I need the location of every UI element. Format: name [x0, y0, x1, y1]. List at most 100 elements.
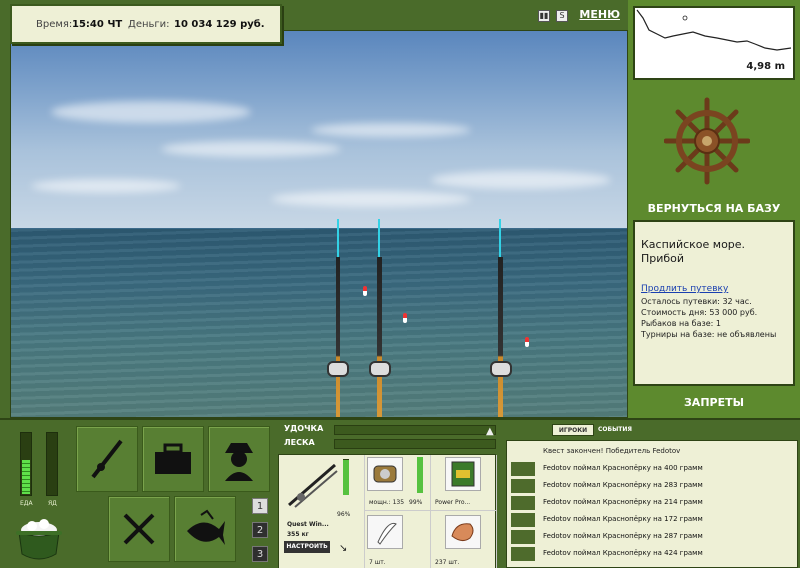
chat-message: Fedotov поймал Краснопёрку на 214 грамм — [511, 495, 791, 512]
reel-condition-fill — [417, 457, 423, 493]
arrow-up-icon: ▲ — [486, 426, 494, 437]
line-name: Power Pro... — [435, 499, 471, 506]
catch-button[interactable] — [174, 496, 236, 562]
money-label: Деньги: — [128, 19, 170, 30]
fish-icon — [511, 462, 535, 476]
tab-events[interactable]: СОБЫТИЯ — [598, 426, 632, 433]
right-panel: 4,98 m ВЕРНУТЬСЯ НА БАЗУ Каспийское море… — [628, 0, 800, 418]
info-line: Стоимость дня: 53 000 руб. — [641, 308, 758, 317]
cloud — [161, 141, 341, 157]
slot-2[interactable]: 2 — [252, 522, 268, 538]
extend-pass-link[interactable]: Продлить путевку — [641, 284, 787, 294]
cloud — [51, 101, 251, 123]
rod-cell[interactable]: 96% Quest Win... 355 кг НАСТРОИТЬ ↘ — [279, 455, 365, 568]
sky — [11, 31, 627, 231]
poison-label: ЯД — [48, 500, 57, 507]
fishing-scene[interactable] — [10, 30, 628, 418]
boat-marker — [682, 15, 688, 21]
line-spool-icon — [445, 457, 481, 491]
sound-icon[interactable]: S — [556, 10, 568, 22]
arrow-icon: ↘ — [339, 543, 348, 554]
food-button[interactable] — [108, 496, 170, 562]
status-bar: Время: 15:40 ЧТ Деньги: 10 034 129 руб. — [10, 4, 282, 44]
rod-icon — [91, 439, 123, 479]
rod-tension-row: УДОЧКА — [284, 424, 496, 436]
money-value: 10 034 129 руб. — [174, 19, 265, 30]
chat-panel: ИГРОКИ СОБЫТИЯ Квест закончен! Победител… — [502, 420, 800, 568]
float — [525, 337, 529, 347]
float — [363, 286, 367, 296]
hook-cell[interactable]: 7 шт. — [365, 511, 431, 568]
info-line: Турниры на базе: не объявлены — [641, 330, 777, 339]
chat-log[interactable]: Квест закончен! Победитель Fedotov Fedot… — [506, 440, 798, 568]
rod-condition-fill — [343, 460, 349, 495]
reel — [490, 361, 512, 377]
cloud — [31, 179, 181, 193]
shrimp-bait-icon — [445, 515, 481, 549]
food-label: ЕДА — [20, 500, 33, 507]
line-tension-bar — [334, 439, 496, 449]
food-meter — [20, 432, 32, 496]
chat-message: Fedotov поймал Краснопёрку на 287 грамм — [511, 529, 791, 546]
chat-message-text: Fedotov поймал Краснопёрку на 172 грамм — [543, 515, 703, 523]
pot-icon[interactable] — [14, 514, 64, 564]
reel-cell[interactable]: мощн.: 135 99% — [365, 455, 431, 511]
cloud — [271, 191, 471, 207]
fish-icon — [511, 496, 535, 510]
reel-power: мощн.: 135 — [369, 499, 405, 506]
fishing-rod[interactable] — [498, 257, 503, 417]
menu-bar: ▮▮ S МЕНЮ — [530, 6, 628, 28]
rod-condition-bar — [343, 459, 349, 495]
fish-icon — [187, 509, 225, 545]
rod-tip — [499, 219, 501, 257]
gear-box: 96% Quest Win... 355 кг НАСТРОИТЬ ↘ мощн… — [278, 454, 497, 568]
fish-icon — [511, 479, 535, 493]
menu-button[interactable]: МЕНЮ — [579, 8, 620, 21]
line-cell[interactable]: Power Pro... — [431, 455, 497, 511]
fisherman-icon — [225, 443, 253, 481]
fish-icon — [511, 513, 535, 527]
depth-map[interactable]: 4,98 m — [633, 6, 795, 80]
rod-tip — [378, 219, 380, 257]
fork-knife-icon — [123, 513, 155, 545]
line-label: ЛЕСКА — [284, 438, 315, 447]
fish-icon — [511, 530, 535, 544]
fishing-rod[interactable] — [377, 257, 382, 417]
cloud — [311, 123, 471, 137]
fishing-rod[interactable] — [336, 257, 340, 417]
location-info: Каспийское море. Прибой Продлить путевку… — [633, 220, 795, 386]
time-value: 15:40 ЧТ — [72, 19, 123, 30]
reel-condition-bar — [417, 457, 423, 493]
poison-meter — [46, 432, 58, 496]
chat-message: Fedotov поймал Краснопёрку на 400 грамм — [511, 461, 791, 478]
info-line: Рыбаков на базе: 1 — [641, 319, 721, 328]
fisherman-button[interactable] — [208, 426, 270, 492]
tackle-box-button[interactable] — [142, 426, 204, 492]
rods-button[interactable] — [76, 426, 138, 492]
chat-message-text: Fedotov поймал Краснопёрку на 424 грамм — [543, 549, 703, 557]
rod-condition: 96% — [337, 511, 351, 518]
chat-message-text: Fedotov поймал Краснопёрку на 287 грамм — [543, 532, 703, 540]
slot-3[interactable]: 3 — [252, 546, 268, 562]
cloud — [431, 171, 611, 189]
reel-condition: 99% — [409, 499, 423, 506]
ship-wheel-icon[interactable] — [663, 96, 751, 186]
chat-message: Fedotov поймал Краснопёрку на 424 грамм — [511, 546, 791, 563]
slot-1[interactable]: 1 — [252, 498, 268, 514]
line-tension-row: ЛЕСКА — [284, 438, 496, 450]
bans-button[interactable]: ЗАПРЕТЫ — [628, 396, 800, 409]
info-line: Осталось путевки: 32 час. — [641, 297, 752, 306]
setup-button[interactable]: НАСТРОИТЬ — [284, 541, 330, 553]
depth-value: 4,98 m — [746, 61, 785, 72]
tab-players[interactable]: ИГРОКИ — [552, 424, 594, 436]
rod-icon — [288, 463, 338, 508]
return-to-base-button[interactable]: ВЕРНУТЬСЯ НА БАЗУ — [628, 202, 800, 215]
bait-cell[interactable]: 237 шт. — [431, 511, 497, 568]
location-title: Каспийское море. Прибой — [641, 238, 746, 265]
chat-message-text: Fedotov поймал Краснопёрку на 214 грамм — [543, 498, 703, 506]
sea — [11, 229, 627, 417]
pause-icon[interactable]: ▮▮ — [538, 10, 550, 22]
rod-tip — [337, 219, 339, 257]
chat-message: Fedotov поймал Краснопёрку на 283 грамм — [511, 478, 791, 495]
hook-count: 7 шт. — [369, 559, 386, 566]
